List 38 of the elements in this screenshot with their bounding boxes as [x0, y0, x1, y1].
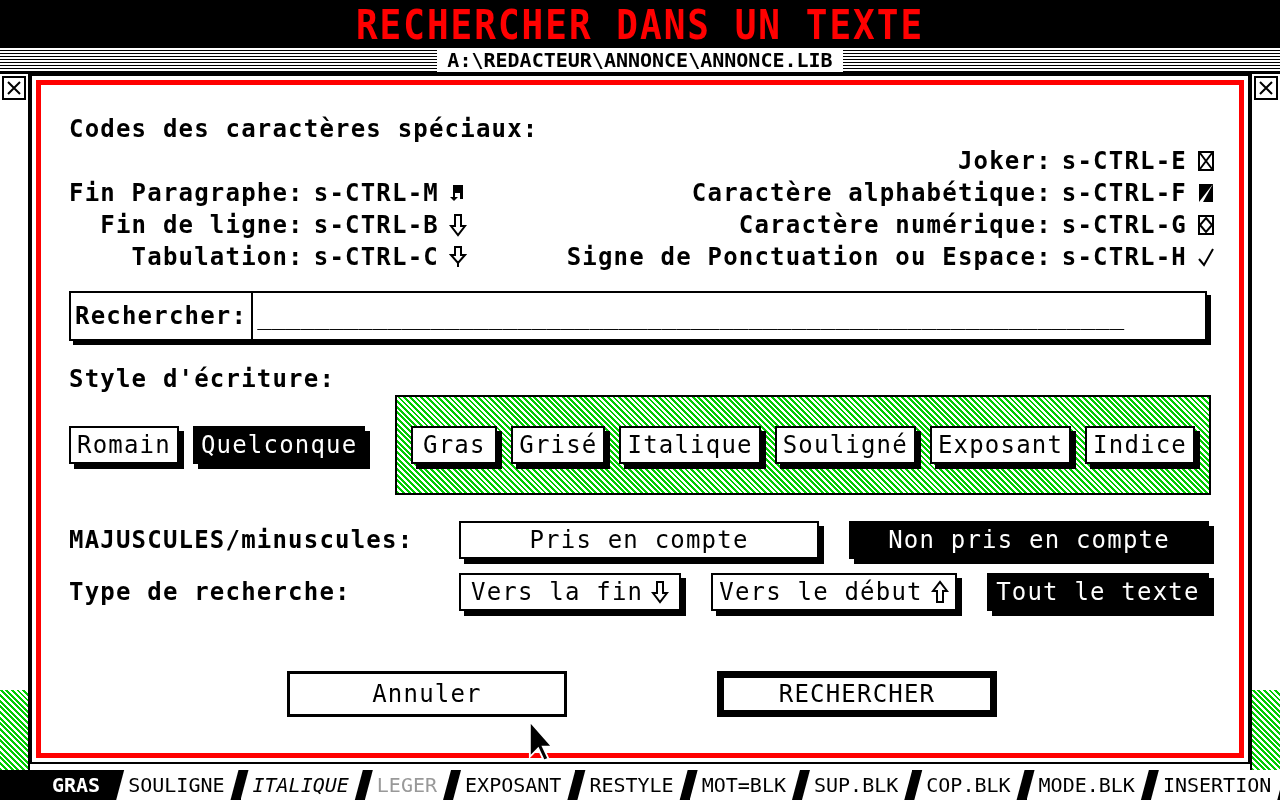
status-item[interactable]: EXPOSANT	[453, 770, 576, 800]
status-item[interactable]: COP.BLK	[914, 770, 1025, 800]
key-code: s-CTRL-M	[313, 178, 439, 209]
status-item[interactable]: RESTYLE	[577, 770, 688, 800]
down-arrow-icon	[448, 213, 467, 237]
code-label: Tabulation:	[131, 242, 304, 273]
up-arrow-icon	[930, 580, 949, 604]
status-item[interactable]: ITALIQUE	[240, 770, 363, 800]
section-heading: Codes des caractères spéciaux:	[69, 114, 540, 145]
window-title: A:\REDACTEUR\ANNONCE\ANNONCE.LIB	[437, 48, 843, 72]
down-arrow-icon	[651, 580, 670, 604]
key-code: s-CTRL-G	[1061, 210, 1187, 241]
key-code: s-CTRL-E	[1061, 146, 1187, 177]
code-label: Caractère numérique:	[738, 210, 1052, 241]
code-label: Joker:	[957, 146, 1052, 177]
code-label: Signe de Ponctuation ou Espace:	[566, 242, 1052, 273]
default-button[interactable]: RECHERCHER	[717, 671, 997, 717]
crossed-box-icon	[1197, 149, 1215, 173]
status-item[interactable]: MOT=BLK	[689, 770, 800, 800]
tab-arrow-icon	[448, 245, 467, 269]
key-code: s-CTRL-B	[313, 210, 439, 241]
status-item[interactable]: SUP.BLK	[801, 770, 913, 800]
cancel-button[interactable]: Annuler	[287, 671, 567, 717]
status-item[interactable]: INSERTION	[1150, 770, 1280, 800]
field-label: Style d'écriture:	[69, 364, 337, 395]
status-item[interactable]: SOULIGNE	[116, 770, 239, 800]
code-label: Caractère alphabétique:	[691, 178, 1052, 209]
filled-triangle-icon	[1197, 181, 1215, 205]
screen-title: RECHERCHER DANS UN TEXTE	[355, 0, 925, 48]
field-label: MAJUSCULES/minuscules:	[69, 525, 415, 556]
key-code: s-CTRL-C	[313, 242, 439, 273]
key-code: s-CTRL-H	[1061, 242, 1187, 273]
code-label: Fin Paragraphe:	[69, 178, 304, 209]
field-label: Type de recherche:	[69, 577, 352, 608]
code-label: Fin de ligne:	[100, 210, 304, 241]
status-item[interactable]: MODE.BLK	[1026, 770, 1149, 800]
diamond-box-icon	[1197, 213, 1215, 237]
key-code: s-CTRL-F	[1061, 178, 1187, 209]
